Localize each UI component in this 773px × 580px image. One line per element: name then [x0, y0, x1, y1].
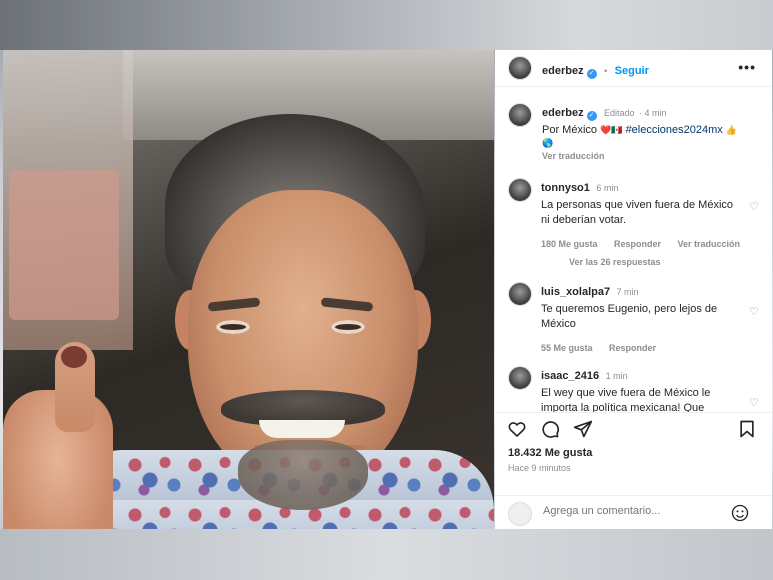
- reply-button[interactable]: Responder: [614, 239, 661, 249]
- caption-emojis: ❤️🇲🇽: [600, 125, 623, 135]
- likes-count[interactable]: 18.432 Me gusta: [508, 447, 592, 459]
- comment-time: 1 min: [605, 371, 628, 381]
- comment-avatar[interactable]: [508, 282, 532, 306]
- comment-item: luis_xolalpa7 7 min Te queremos Eugenio,…: [541, 282, 741, 356]
- comment-icon[interactable]: [540, 419, 560, 439]
- smiley-icon[interactable]: [730, 503, 750, 523]
- comment-likes[interactable]: 55 Me gusta: [541, 343, 593, 353]
- caption-time: 4 min: [644, 108, 667, 118]
- caption: ederbez ✓ Editado · 4 min Por México ❤️🇲🇽…: [542, 103, 757, 161]
- comment-username[interactable]: isaac_2416: [541, 370, 599, 382]
- background-top: [0, 0, 773, 50]
- comment-meta: 180 Me gusta Responder Ver traducción: [541, 234, 741, 252]
- photo-eye-right: [331, 320, 365, 334]
- follow-button[interactable]: Seguir: [615, 65, 649, 77]
- comment-heart-icon[interactable]: ♡: [749, 307, 759, 318]
- caption-emoji-end: 👍: [725, 125, 738, 135]
- post-photo: [3, 50, 494, 529]
- post-time-ago: Hace 9 minutos: [508, 463, 571, 473]
- caption-username[interactable]: ederbez: [542, 107, 584, 119]
- send-icon[interactable]: [573, 419, 593, 439]
- comment-text: El wey que vive fuera de México le impor…: [541, 387, 711, 412]
- caption-text-prefix: Por México: [542, 124, 601, 136]
- background-bottom: [0, 529, 773, 580]
- comment-likes[interactable]: 180 Me gusta: [541, 239, 598, 249]
- post-panel: ederbez ✓ • Seguir ••• ederbez ✓ Editado ·…: [495, 50, 772, 529]
- comment-time: 7 min: [616, 287, 639, 297]
- hashtag-link[interactable]: #elecciones2024mx: [626, 124, 723, 136]
- translate-button[interactable]: Ver traducción: [677, 239, 740, 249]
- comment-username[interactable]: tonnyso1: [541, 182, 590, 194]
- comment-item: tonnyso1 6 min La personas que viven fue…: [541, 178, 741, 252]
- view-replies-button[interactable]: Ver las 26 respuestas: [569, 257, 661, 267]
- author-avatar[interactable]: [508, 56, 532, 80]
- current-user-avatar: [508, 502, 532, 526]
- comment-input[interactable]: [543, 505, 733, 517]
- comment-username[interactable]: luis_xolalpa7: [541, 286, 610, 298]
- author-line: ederbez ✓ • Seguir: [542, 61, 649, 79]
- comment-avatar[interactable]: [508, 178, 532, 202]
- caption-emoji-line2: 🌎: [542, 138, 554, 148]
- photo-beard: [238, 440, 368, 510]
- photo-inked-thumbnail: [61, 346, 87, 368]
- comment-heart-icon[interactable]: ♡: [749, 202, 759, 213]
- comment-text: La personas que viven fuera de México ni…: [541, 199, 734, 226]
- author-username[interactable]: ederbez: [542, 65, 584, 77]
- reply-button[interactable]: Responder: [609, 343, 656, 353]
- comment-item: isaac_2416 1 min El wey que vive fuera d…: [541, 366, 741, 412]
- caption-avatar[interactable]: [508, 103, 532, 127]
- comment-avatar[interactable]: [508, 366, 532, 390]
- comment-bar: [495, 495, 772, 531]
- edited-label: Editado: [604, 108, 635, 118]
- heart-icon[interactable]: [507, 419, 527, 439]
- header-separator: •: [604, 66, 608, 76]
- view-replies-label: Ver las 26 respuestas: [569, 257, 661, 267]
- photo-curtain: [9, 170, 119, 320]
- verified-badge-icon: ✓: [586, 69, 597, 79]
- post-header: ederbez ✓ • Seguir •••: [495, 50, 772, 87]
- bookmark-icon[interactable]: [737, 419, 757, 439]
- post-actions: 18.432 Me gusta Hace 9 minutos: [495, 412, 772, 530]
- see-translation-link[interactable]: Ver traducción: [542, 151, 757, 161]
- comment-text: Te queremos Eugenio, pero lejos de Méxic…: [541, 303, 718, 330]
- more-horizontal-icon[interactable]: •••: [738, 59, 756, 75]
- comment-meta: 55 Me gusta Responder: [541, 338, 741, 356]
- comment-time: 6 min: [596, 183, 619, 193]
- verified-badge-icon: ✓: [586, 111, 597, 121]
- photo-smile: [259, 420, 345, 438]
- caption-text: Por México ❤️🇲🇽 #elecciones2024mx 👍: [542, 123, 757, 138]
- photo-eye-left: [216, 320, 250, 334]
- comment-heart-icon[interactable]: ♡: [749, 398, 759, 409]
